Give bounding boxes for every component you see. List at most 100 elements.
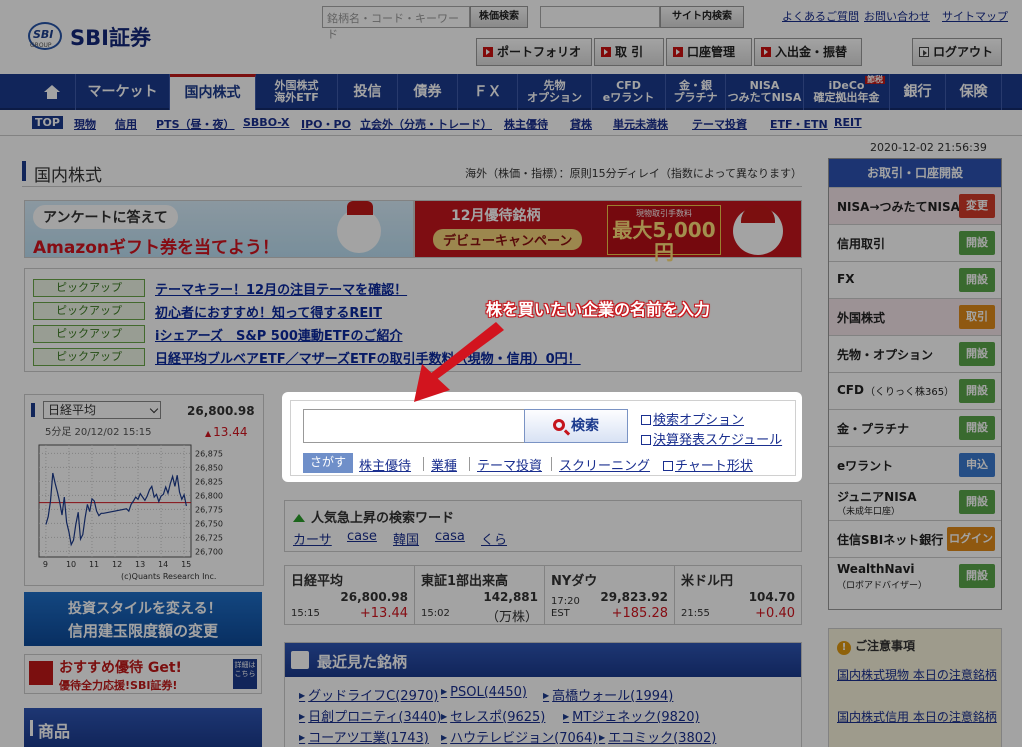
popular-word[interactable]: casa bbox=[435, 529, 465, 544]
deposit-transfer-button[interactable]: 入出金・振替 bbox=[754, 38, 862, 66]
sbi-logo-text[interactable]: SBI証券 bbox=[70, 22, 151, 52]
popular-word[interactable]: くら bbox=[481, 529, 507, 548]
nav-gold-platinum[interactable]: 金・銀 プラチナ bbox=[666, 74, 726, 110]
sitemap-link[interactable]: サイトマップ bbox=[942, 8, 1008, 24]
subnav-margin[interactable]: 信用 bbox=[115, 116, 137, 132]
pickup-link-2[interactable]: 初心者におすすめ！知って得するREIT bbox=[155, 302, 382, 321]
index-ny-dow[interactable]: NYダウ 29,823.92 17:20 EST +185.28 bbox=[545, 566, 675, 624]
recent-stocks: 最近見た銘柄 グッドライフC(2970) PSOL(4450) 高橋ウォール(1… bbox=[284, 642, 802, 747]
logo-group-label: GROUP bbox=[30, 42, 52, 49]
subnav-reit[interactable]: REIT bbox=[834, 116, 862, 129]
subnav-sbbo[interactable]: SBBO-X bbox=[243, 116, 289, 129]
nav-nisa[interactable]: NISA つみたてNISA bbox=[726, 74, 804, 110]
trade-button[interactable]: 取 引 bbox=[594, 38, 664, 66]
tab-screening[interactable]: スクリーニング bbox=[559, 455, 650, 474]
nav-foreign-stock[interactable]: 外国株式 海外ETF bbox=[256, 74, 338, 110]
subnav-lending[interactable]: 貸株 bbox=[570, 116, 592, 132]
pickup-link-3[interactable]: iシェアーズ S&P 500連動ETFのご紹介 bbox=[155, 325, 403, 344]
recent-stock-link[interactable]: グッドライフC(2970) bbox=[299, 685, 438, 704]
yutai-get-banner[interactable]: おすすめ優待 Get! 優待全力応援!SBI証券! 詳細は こちら bbox=[24, 654, 262, 694]
recent-stock-link[interactable]: コーアツ工業(1743) bbox=[299, 727, 429, 746]
x-tick-label: 13 bbox=[135, 560, 145, 569]
faq-link[interactable]: よくあるご質問 bbox=[782, 8, 859, 24]
subnav-spot[interactable]: 現物 bbox=[74, 116, 96, 132]
subnav-theme[interactable]: テーマ投資 bbox=[692, 116, 747, 132]
foreign-trade-button[interactable]: 取引 bbox=[959, 305, 995, 329]
recent-stock-link[interactable]: エコミック(3802) bbox=[599, 727, 716, 746]
account-row-netbank: 住信SBIネット銀行 ログイン bbox=[829, 520, 1001, 557]
stock-search-input[interactable]: 銘柄名・コード・キーワード bbox=[322, 6, 470, 41]
site-search-input[interactable] bbox=[540, 6, 660, 28]
tab-search[interactable]: さがす bbox=[303, 453, 353, 473]
nav-ideco[interactable]: 節税 iDeCo 確定拠出年金 bbox=[804, 74, 890, 110]
nav-market[interactable]: マーケット bbox=[76, 74, 170, 110]
tab-industry[interactable]: 業種 bbox=[431, 455, 457, 474]
subnav-top[interactable]: TOP bbox=[32, 116, 63, 129]
junior-nisa-open-button[interactable]: 開設 bbox=[959, 490, 995, 514]
subnav-pts[interactable]: PTS（昼・夜） bbox=[156, 116, 235, 132]
nav-domestic-stock[interactable]: 国内株式 bbox=[170, 74, 256, 110]
futures-open-button[interactable]: 開設 bbox=[959, 342, 995, 366]
margin-open-button[interactable]: 開設 bbox=[959, 231, 995, 255]
site-search-button[interactable]: サイト内検索 bbox=[660, 6, 744, 28]
recent-stock-link[interactable]: MTジェネック(9820) bbox=[563, 706, 699, 725]
netbank-login-button[interactable]: ログイン bbox=[947, 527, 995, 551]
popular-word[interactable]: case bbox=[347, 529, 377, 544]
pickup-link-4[interactable]: 日経平均ブルベアETF／マザーズETFの取引手数料（現物・信用）0円！ bbox=[155, 348, 581, 367]
home-icon-button[interactable] bbox=[28, 74, 76, 110]
caution-title: ご注意事項 bbox=[837, 637, 915, 655]
search-button[interactable]: 検索 bbox=[524, 409, 628, 443]
logout-button[interactable]: ログアウト bbox=[912, 38, 1002, 66]
search-options-link[interactable]: 検索オプション bbox=[641, 409, 744, 428]
contact-link[interactable]: お問い合わせ bbox=[864, 8, 930, 24]
caution-link-margin[interactable]: 国内株式信用 本日の注意銘柄 bbox=[837, 709, 999, 726]
window-icon bbox=[641, 435, 651, 445]
recent-stock-link[interactable]: 日創プロニティ(3440) bbox=[299, 706, 441, 725]
popular-word[interactable]: 韓国 bbox=[393, 529, 419, 548]
popular-word[interactable]: カーサ bbox=[293, 529, 332, 548]
fx-open-button[interactable]: 開設 bbox=[959, 268, 995, 292]
index-nikkei[interactable]: 日経平均 26,800.98 15:15 +13.44 bbox=[285, 566, 415, 624]
nav-bonds[interactable]: 債券 bbox=[398, 74, 458, 110]
recent-stock-link[interactable]: 高橋ウォール(1994) bbox=[543, 685, 673, 704]
portfolio-button[interactable]: ポートフォリオ bbox=[476, 38, 592, 66]
index-usdjpy[interactable]: 米ドル円 104.70 21:55 +0.40 bbox=[675, 566, 801, 624]
cfd-open-button[interactable]: 開設 bbox=[959, 379, 995, 403]
margin-limit-banner[interactable]: 投資スタイルを変える！ 信用建玉限度額の変更 bbox=[24, 592, 262, 646]
stock-search-button[interactable]: 株価検索 bbox=[470, 6, 528, 28]
tab-theme[interactable]: テーマ投資 bbox=[477, 455, 542, 474]
x-tick-label: 14 bbox=[158, 560, 168, 569]
pickup-link-1[interactable]: テーマキラー！12月の注目テーマを確認！ bbox=[155, 279, 407, 298]
nav-cfd-ewarrant[interactable]: CFD eワラント bbox=[592, 74, 666, 110]
nav-fx[interactable]: ＦＸ bbox=[458, 74, 518, 110]
home-icon bbox=[43, 85, 60, 99]
nav-bank[interactable]: 銀行 bbox=[890, 74, 946, 110]
amazon-gift-banner[interactable]: アンケートに答えて Amazonギフト券を当てよう！ bbox=[24, 200, 414, 258]
tab-yutai[interactable]: 株主優待 bbox=[359, 455, 411, 474]
nav-investment-trust[interactable]: 投信 bbox=[338, 74, 398, 110]
recent-stock-link[interactable]: ハウテレビジョン(7064) bbox=[441, 727, 597, 746]
subnav-odd-lot[interactable]: 単元未満株 bbox=[613, 116, 668, 132]
index-chart-panel: 日経平均 26,800.98 5分足 20/12/02 15:15 13.44 … bbox=[24, 394, 264, 586]
tab-chart-pattern[interactable]: チャート形状 bbox=[663, 455, 753, 474]
nisa-change-button[interactable]: 変更 bbox=[959, 194, 995, 218]
nav-futures-options[interactable]: 先物 オプション bbox=[518, 74, 592, 110]
december-yutai-banner[interactable]: 12月優待銘柄 デビューキャンペーン 現物取引手数料 最大5,000円 キャッシ… bbox=[414, 200, 802, 276]
account-management-button[interactable]: 口座管理 bbox=[666, 38, 752, 66]
pickup-tag: ピックアップ bbox=[33, 302, 145, 320]
gold-open-button[interactable]: 開設 bbox=[959, 416, 995, 440]
recent-stock-link[interactable]: セレスポ(9625) bbox=[441, 706, 545, 725]
nav-insurance[interactable]: 保険 bbox=[946, 74, 1002, 110]
account-row-nisa: NISA→つみたてNISA 変更 bbox=[829, 187, 1001, 224]
earnings-schedule-link[interactable]: 決算発表スケジュール bbox=[641, 429, 782, 448]
index-tse-volume[interactable]: 東証1部出来高 142,881 15:02 （万株） bbox=[415, 566, 545, 625]
subnav-off-floor[interactable]: 立会外（分売・トレード） bbox=[360, 116, 492, 132]
ewarrant-apply-button[interactable]: 申込 bbox=[959, 453, 995, 477]
subnav-yutai[interactable]: 株主優待 bbox=[504, 116, 548, 132]
caution-link-spot[interactable]: 国内株式現物 本日の注意銘柄 bbox=[837, 667, 999, 684]
subnav-etf[interactable]: ETF・ETN bbox=[770, 116, 828, 132]
subnav-ipo[interactable]: IPO・PO bbox=[301, 116, 351, 132]
stock-name-search-input[interactable] bbox=[303, 409, 525, 443]
wealthnavi-open-button[interactable]: 開設 bbox=[959, 564, 995, 588]
recent-stock-link[interactable]: PSOL(4450) bbox=[441, 685, 527, 700]
